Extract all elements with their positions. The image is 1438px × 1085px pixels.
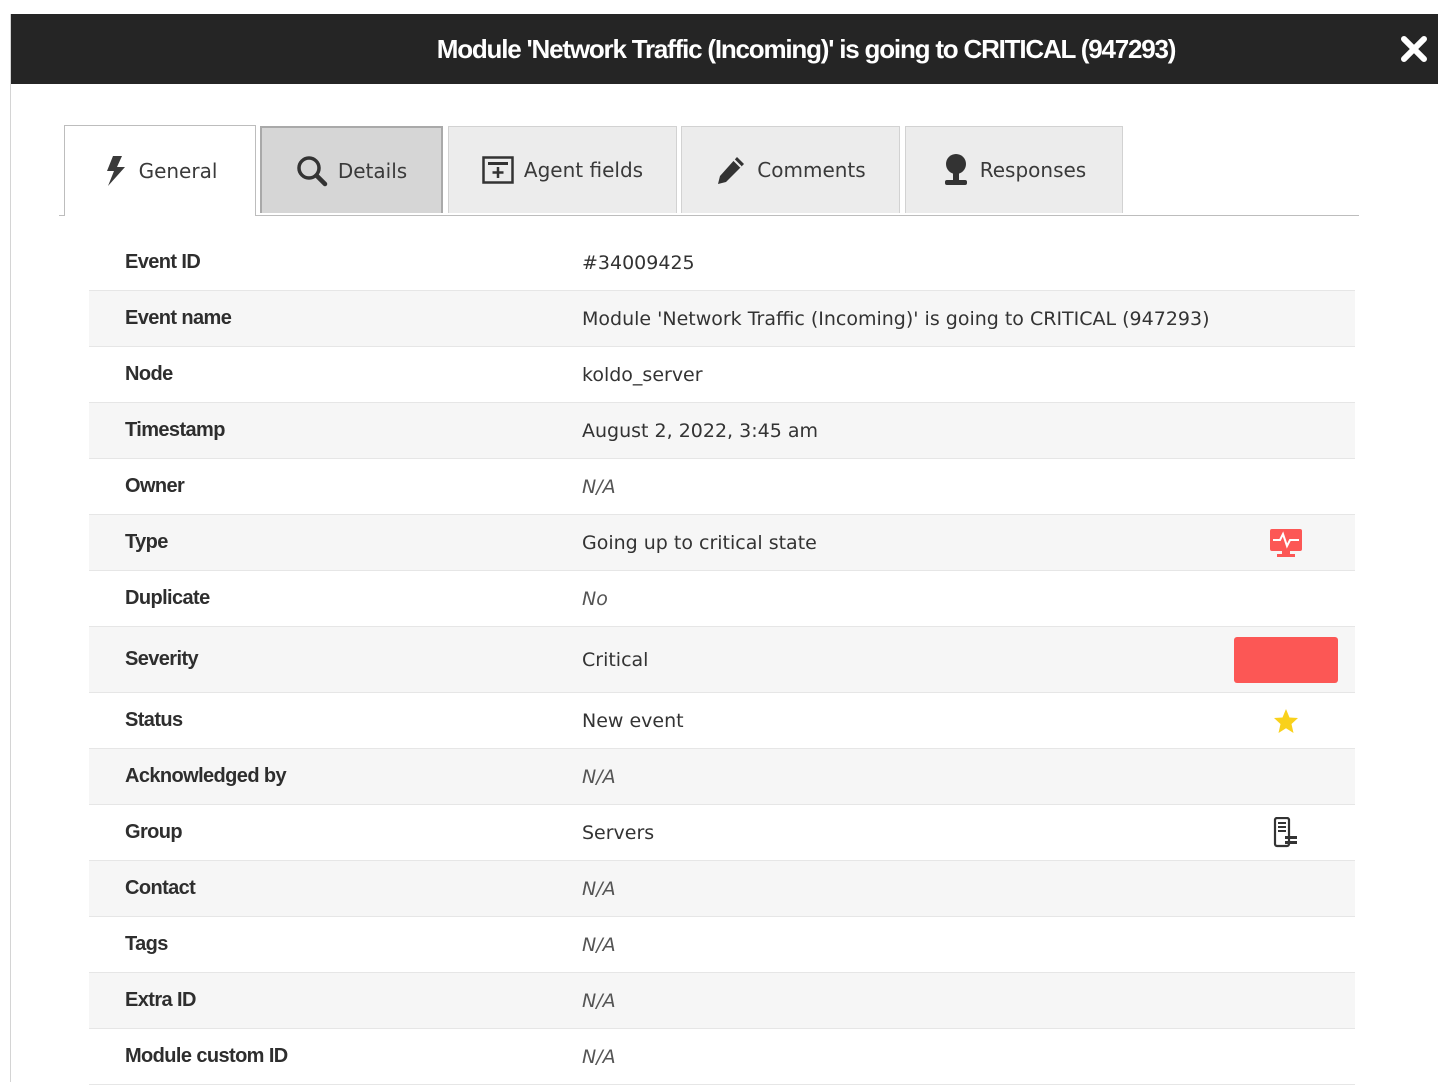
row-value: August 2, 2022, 3:45 am <box>582 419 818 442</box>
dialog-titlebar: Module 'Network Traffic (Incoming)' is g… <box>11 14 1438 84</box>
table-row-tags: Tags N/A <box>89 917 1355 973</box>
row-value: #34009425 <box>582 251 695 274</box>
event-dialog: Module 'Network Traffic (Incoming)' is g… <box>10 14 1438 1085</box>
severity-color-badge <box>1234 636 1338 683</box>
tab-label: Agent fields <box>523 158 644 182</box>
row-value: New event <box>582 709 684 732</box>
table-row-event-id: Event ID #34009425 <box>89 235 1355 291</box>
table-row-group: Group Servers <box>89 805 1355 861</box>
row-value: Critical <box>582 648 649 671</box>
row-label: Event name <box>125 307 232 329</box>
row-label: Node <box>125 363 173 385</box>
table-row-node: Node koldo_server <box>89 347 1355 403</box>
row-label: Type <box>125 531 168 553</box>
table-row-extra-id: Extra ID N/A <box>89 973 1355 1029</box>
table-row-acknowledged-by: Acknowledged by N/A <box>89 749 1355 805</box>
row-value: N/A <box>582 765 616 788</box>
row-value: koldo_server <box>582 363 703 386</box>
dialog-title: Module 'Network Traffic (Incoming)' is g… <box>436 34 1177 64</box>
row-label: Contact <box>125 877 196 899</box>
event-details-table: Event ID #34009425 Event name Module 'Ne… <box>89 235 1355 1085</box>
row-value: No <box>582 587 608 610</box>
table-row-contact: Contact N/A <box>89 861 1355 917</box>
row-label: Event ID <box>125 251 201 273</box>
tab-label: General <box>138 159 218 183</box>
row-value: N/A <box>582 933 616 956</box>
row-value: N/A <box>582 989 616 1012</box>
row-label: Owner <box>125 475 185 497</box>
row-label: Acknowledged by <box>125 765 287 787</box>
tab-responses[interactable]: Responses <box>905 126 1123 213</box>
tab-label: Responses <box>979 158 1087 182</box>
close-icon[interactable] <box>1399 34 1429 64</box>
row-label: Severity <box>125 648 199 670</box>
row-value: Going up to critical state <box>582 531 817 554</box>
tab-label: Comments <box>757 158 866 182</box>
row-label: Status <box>125 709 183 731</box>
pushpin-icon <box>942 153 970 187</box>
pencil-icon <box>715 154 747 186</box>
row-value: N/A <box>582 475 616 498</box>
tab-label: Details <box>337 158 408 183</box>
table-row-status: Status New event <box>89 693 1355 749</box>
server-icon <box>1272 816 1298 849</box>
critical-monitor-icon <box>1269 528 1303 558</box>
tab-agent-fields[interactable]: Agent fields <box>448 126 677 213</box>
row-value: Module 'Network Traffic (Incoming)' is g… <box>582 307 1210 330</box>
table-row-event-name: Event name Module 'Network Traffic (Inco… <box>89 291 1355 347</box>
star-icon <box>1273 708 1299 734</box>
table-row-severity: Severity Critical <box>89 627 1355 693</box>
table-row-module-custom-id: Module custom ID N/A <box>89 1029 1355 1085</box>
table-row-type: Type Going up to critical state <box>89 515 1355 571</box>
search-icon <box>296 155 328 187</box>
row-label: Tags <box>125 933 168 955</box>
row-value: Servers <box>582 821 655 844</box>
lightning-icon <box>103 155 129 187</box>
tab-general[interactable]: General <box>64 125 256 216</box>
row-label: Module custom ID <box>125 1045 288 1067</box>
row-value: N/A <box>582 877 616 900</box>
row-label: Extra ID <box>125 989 196 1011</box>
table-row-duplicate: Duplicate No <box>89 571 1355 627</box>
row-label: Group <box>125 821 183 843</box>
agent-fields-icon <box>482 156 514 184</box>
tab-bar: General Details Agent fields Comments Re… <box>59 125 1359 216</box>
row-label: Timestamp <box>125 419 225 441</box>
tab-comments[interactable]: Comments <box>681 126 900 213</box>
tab-details[interactable]: Details <box>260 126 443 213</box>
row-label: Duplicate <box>125 587 210 609</box>
table-row-timestamp: Timestamp August 2, 2022, 3:45 am <box>89 403 1355 459</box>
table-row-owner: Owner N/A <box>89 459 1355 515</box>
row-value: N/A <box>582 1045 616 1068</box>
